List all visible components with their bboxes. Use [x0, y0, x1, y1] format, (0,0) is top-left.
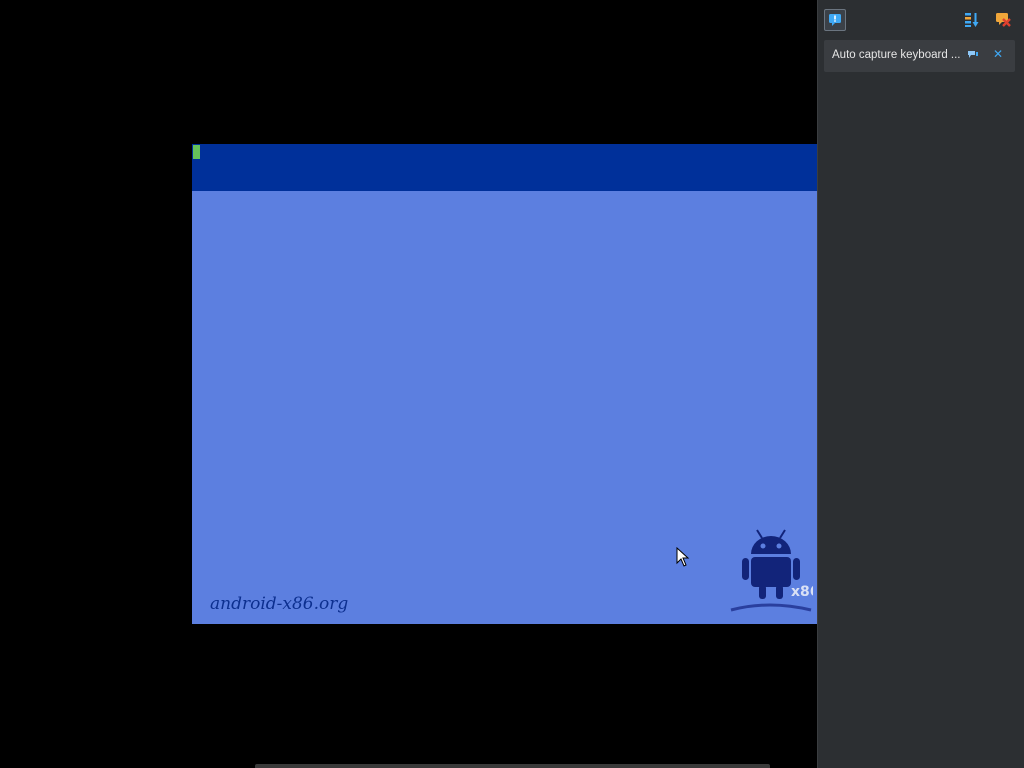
- clear-all-icon[interactable]: [992, 9, 1014, 31]
- notification-item[interactable]: Auto capture keyboard ... ✕: [824, 40, 1015, 72]
- desktop: android-x86.org x86: [0, 0, 1024, 768]
- panel-toolbar: [818, 0, 1024, 36]
- vm-display[interactable]: android-x86.org x86: [192, 144, 817, 624]
- logo-text: x86: [791, 584, 813, 600]
- mouse-pointer-icon: [676, 547, 690, 567]
- pin-icon[interactable]: [967, 49, 979, 61]
- boot-screen-topbar: [192, 144, 817, 191]
- notification-panel: Auto capture keyboard ... ✕: [817, 0, 1024, 768]
- notification-message: Auto capture keyboard ...: [832, 49, 961, 61]
- bottom-scroll-indicator: [255, 764, 770, 768]
- android-logo-icon: x86: [730, 529, 813, 612]
- close-icon[interactable]: ✕: [991, 47, 1005, 61]
- notification-bubble-icon[interactable]: [824, 9, 846, 31]
- sort-order-icon[interactable]: [961, 9, 983, 31]
- brand-text: android-x86.org: [210, 594, 349, 614]
- text-cursor-block: [193, 145, 200, 159]
